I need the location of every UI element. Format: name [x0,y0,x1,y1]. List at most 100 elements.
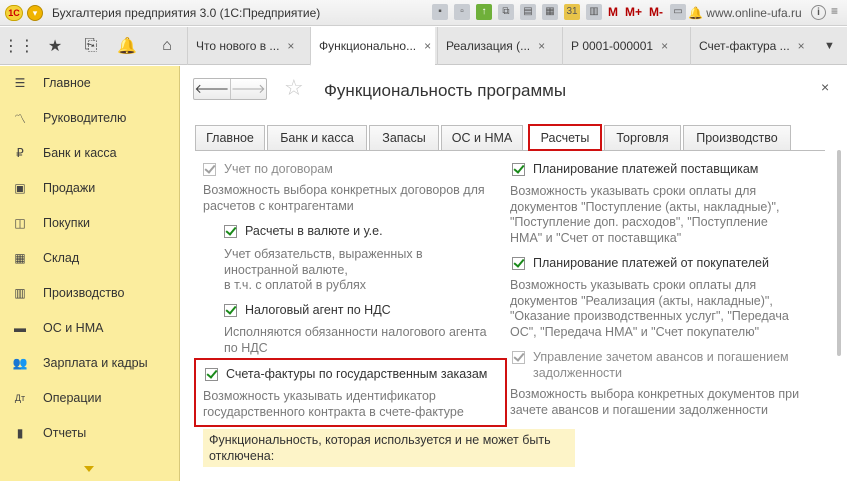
close-icon[interactable]: × [538,39,545,53]
site-watermark: 🔔 www.online-ufa.ru [688,6,802,20]
close-icon[interactable]: × [661,39,668,53]
link-icon[interactable]: ⧉ [498,4,514,20]
notifications-bell-icon[interactable]: 🔔 [108,27,146,65]
ruble-icon: ₽ [16,146,24,160]
sidebar-item-main[interactable]: ☰ Главное [0,69,180,97]
sidebar-item-production[interactable]: ▥ Производство [0,279,180,307]
always-on-note: Функциональность, которая используется и… [203,429,575,467]
tab-settlements[interactable]: Расчеты [528,124,602,151]
cart-icon: ▣ [14,181,26,195]
tab-whats-new[interactable]: Что нового в ... × [187,27,308,65]
more-icon[interactable]: ≡ [831,4,838,18]
close-form-icon[interactable]: × [821,79,829,95]
label-advance-offset-cont: задолженности [533,366,622,380]
history-icon[interactable]: ⎘ [72,27,110,65]
clipboard-icon[interactable]: ▥ [586,4,602,20]
sidebar-scroll-down-icon[interactable] [84,466,94,472]
sidebar-item-manager[interactable]: 〽 Руководителю [0,104,180,132]
save-icon[interactable]: ▪ [432,4,448,20]
close-icon[interactable]: × [287,39,294,53]
tab-trade[interactable]: Торговля [604,125,681,150]
checkbox-contracts [203,162,216,176]
checkbox-currency[interactable] [224,224,237,238]
window-title: Бухгалтерия предприятия 3.0 (1С:Предприя… [52,6,321,20]
sidebar-item-fixed-assets[interactable]: ▬ ОС и НМА [0,314,180,342]
sidebar-item-operations[interactable]: Дт Операции [0,384,180,412]
option-supplier-payment-planning[interactable]: Планирование платежей поставщикам [512,162,758,176]
desc-advance-offset: Возможность выбора конкретных документов… [510,387,800,417]
tab-production[interactable]: Производство [683,125,791,150]
page-title: Функциональность программы [324,81,567,100]
trend-icon: 〽 [13,111,26,126]
sections-panel: ☰ Главное 〽 Руководителю ₽ Банк и касса ▣ Пр… [0,66,180,481]
zoom-icon[interactable]: ▭ [670,4,687,20]
option-state-contract-invoices[interactable]: Счета-фактуры по государственным заказам [205,367,487,381]
option-vat-agent[interactable]: Налоговый агент по НДС [224,303,391,317]
memory-button-m-minus[interactable]: M- [649,5,663,19]
dt-kt-icon: Дт [14,393,26,403]
checkbox-state-contracts[interactable] [205,367,218,381]
checkbox-customer-planning[interactable] [512,256,525,270]
sidebar-item-reports[interactable]: ▮ Отчеты [0,419,180,447]
history-nav: 🡐 🡒 [193,78,267,100]
functionality-form: 🡐 🡒 ☆ Функциональность программы × Главн… [181,66,847,481]
tab-divider [195,150,825,151]
main-menu-button[interactable]: ▾ [27,5,43,21]
desc-supplier-planning: Возможность указывать сроки оплаты для д… [510,184,780,245]
memory-button-m-plus[interactable]: M+ [625,5,642,19]
checkbox-vat-agent[interactable] [224,303,237,317]
desc-vat-agent: Исполняются обязанности налогового агент… [224,325,487,355]
option-currency-settlements[interactable]: Расчеты в валюте и у.е. [224,224,383,238]
tab-inventory[interactable]: Запасы [369,125,439,150]
option-contracts-accounting: Учет по договорам [203,162,333,176]
favorite-star-icon[interactable]: ☆ [284,77,304,99]
tab-fixed-assets[interactable]: ОС и НМА [441,125,523,150]
warehouse-icon: ▦ [14,251,26,265]
option-advance-offset-management: Управление зачетом авансов и погашением [512,350,789,364]
document-icon[interactable]: ▤ [520,4,536,20]
desc-state-contracts: Возможность указывать идентификатор госу… [203,389,464,419]
favorites-star-icon[interactable]: ★ [36,27,74,65]
tab-realization[interactable]: Реализация (... × [437,27,560,65]
menu-icon: ☰ [14,76,26,90]
calendar-icon[interactable]: 31 [564,4,580,20]
bar-chart-icon: ▮ [16,426,24,440]
tab-main[interactable]: Главное [195,125,265,150]
upload-icon[interactable]: ↑ [476,4,492,20]
tabs-dropdown-icon[interactable]: ▼ [812,27,847,65]
basket-icon: ◫ [14,216,26,230]
tab-invoice[interactable]: Счет-фактура ... × [690,27,814,65]
tab-bank-cash[interactable]: Банк и касса [267,125,367,150]
title-bar: 1С ▾ Бухгалтерия предприятия 3.0 (1С:Пре… [0,0,847,26]
home-icon[interactable]: ⌂ [148,27,186,65]
info-icon[interactable]: i [811,5,826,20]
calculator-icon[interactable]: ▦ [542,4,558,20]
sections-grid-icon[interactable]: ⋮⋮ [0,27,38,65]
close-icon[interactable]: × [424,39,431,53]
content-scrollbar[interactable] [837,150,841,356]
truck-icon: ▬ [14,321,26,335]
factory-icon: ▥ [14,286,26,300]
sidebar-item-warehouse[interactable]: ▦ Склад [0,244,180,272]
window-tab-strip: ⋮⋮ ★ ⎘ 🔔 ⌂ Что нового в ... × Функциональ… [0,27,847,66]
close-icon[interactable]: × [798,39,805,53]
people-icon: 👥 [12,356,28,370]
bell-icon: 🔔 [688,6,707,20]
forward-arrow-icon[interactable]: 🡒 [229,79,267,99]
back-arrow-icon[interactable]: 🡐 [194,79,230,99]
tab-document-r[interactable]: Р 0001-000001 × [562,27,688,65]
sidebar-item-purchases[interactable]: ◫ Покупки [0,209,180,237]
title-toolbar: ▪ ▫ ↑ ⧉ ▤ ▦ 31 ▥ M M+ M- ▭ [432,4,692,20]
sidebar-item-sales[interactable]: ▣ Продажи [0,174,180,202]
app-logo: 1С [5,5,23,21]
desc-contracts: Возможность выбора конкретных договоров … [203,183,485,213]
memory-button-m[interactable]: M [608,5,618,19]
checkbox-advance-offset [512,350,525,364]
sidebar-item-salary[interactable]: 👥 Зарплата и кадры [0,349,180,377]
desc-customer-planning: Возможность указывать сроки оплаты для д… [510,278,789,339]
checkbox-supplier-planning[interactable] [512,162,525,176]
tab-functionality[interactable]: Функционально... × [310,27,435,66]
sidebar-item-bank[interactable]: ₽ Банк и касса [0,139,180,167]
option-customer-payment-planning[interactable]: Планирование платежей от покупателей [512,256,769,270]
print-icon[interactable]: ▫ [454,4,470,20]
